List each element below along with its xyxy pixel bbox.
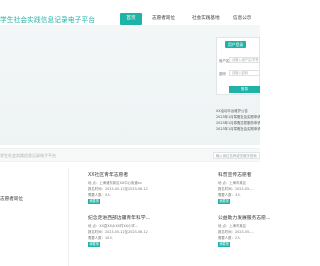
post-headcount: 需要人数：5人 [88,193,111,197]
signup-button[interactable]: 我要报名 [218,242,230,251]
post-headcount: 需要人数：3人 [218,193,241,197]
search-band-caption: 学生社会实践信息记录电子平台 [0,153,56,158]
login-panel: 用户登录 用户名 请输入用户名/学号 密码 请输入密码 登录 [216,37,260,95]
username-label: 用户名 [219,59,230,63]
post-headcount: 需要人数：10人 [88,236,113,240]
nav-item-home[interactable]: 首页 [120,13,142,25]
nav-item-volunteer-posts[interactable]: 志愿者岗位 [152,13,175,25]
username-input[interactable]: 请输入用户名/学号 [229,57,260,63]
signup-button[interactable]: 我要报名 [88,199,100,208]
signup-button[interactable]: 我要报名 [88,242,100,251]
post-location: 地 点：XX县XX乡XX村XX小学... [88,224,139,228]
post-location: 地 点：上海浦东新区XX中心街道xx [88,181,142,185]
site-title: 学生社会实践信息记录电子平台 [0,16,96,24]
post-title[interactable]: 科普宣传志愿者 [218,171,252,178]
password-input[interactable]: 请输入密码 [229,70,260,76]
search-input[interactable]: 输入岗位名称或关键字查询 [213,152,260,159]
section-divider [68,168,69,266]
nav-item-public-notices[interactable]: 信息公示 [233,13,251,25]
notice-item[interactable]: XX活动平台维护公告 [216,108,260,113]
post-signup-period: 报名时间：2023-05-... [218,187,254,191]
password-label: 密码 [219,72,226,76]
post-signup-period: 报名时间：2023-05-12至2023-06-12 [88,230,148,234]
post-title[interactable]: 纪念走进西部边疆青年科学... [88,214,150,221]
post-location: 地 点：上海市某区 [218,224,247,228]
section-title: 志愿者岗位 [0,197,23,202]
post-card[interactable]: 纪念走进西部边疆青年科学... 地 点：XX县XX乡XX村XX小学... 报名时… [88,214,150,256]
nav-item-practice-bases[interactable]: 社会实践基地 [192,13,220,25]
post-headcount: 需要人数：2人 [218,236,241,240]
login-tab[interactable]: 用户登录 [225,41,247,48]
post-card[interactable]: 公益助力发展服务志愿... 地 点：上海市某区 报名时间：2023-05-...… [218,214,271,256]
post-signup-period: 报名时间：2023-05-12至2023-06-12 [88,187,148,191]
post-location: 地 点：上海市某区 [218,181,247,185]
post-card[interactable]: XX社区青年志愿者 地 点：上海浦东新区XX中心街道xx 报名时间：2023-0… [88,171,148,213]
login-button[interactable]: 登录 [229,86,260,93]
post-title[interactable]: 公益助力发展服务志愿... [218,214,271,221]
notice-item[interactable]: 2023年1月寒假社会实践申请 [216,126,260,131]
post-title[interactable]: XX社区青年志愿者 [88,171,128,178]
signup-button[interactable]: 我要报名 [218,199,230,208]
post-signup-period: 报名时间：2023-05-... [218,230,254,234]
notice-item[interactable]: 2023年1月寒假志愿服务申请 [216,120,260,125]
search-band: 学生社会实践信息记录电子平台 输入岗位名称或关键字查询 [0,148,260,162]
notice-item[interactable]: 2023年1月寒假社会实践申请 [216,114,260,119]
post-card[interactable]: 科普宣传志愿者 地 点：上海市某区 报名时间：2023-05-... 需要人数：… [218,171,260,213]
